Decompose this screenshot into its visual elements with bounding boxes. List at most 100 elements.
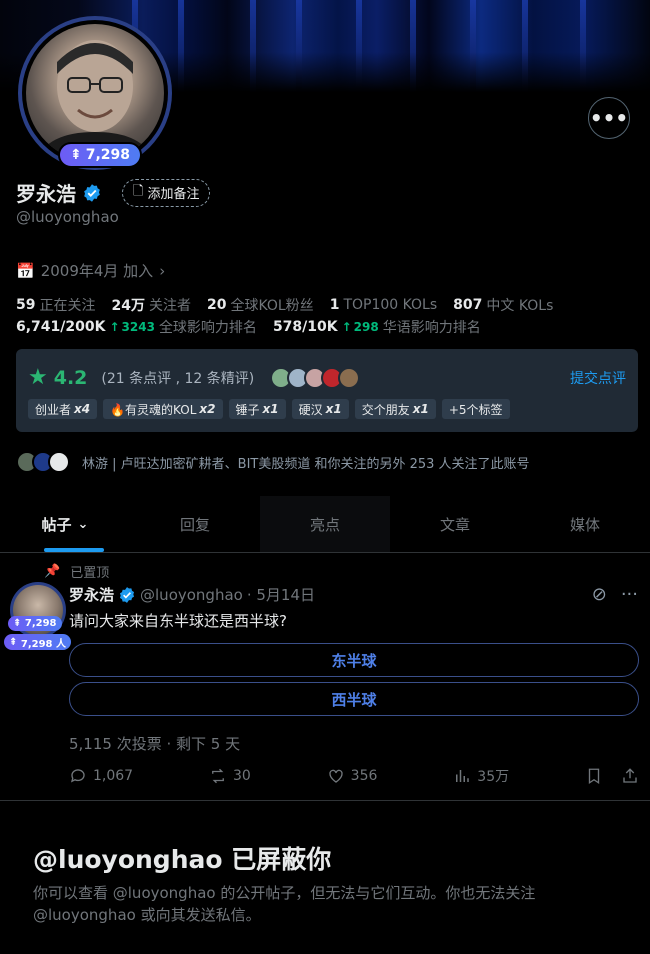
pin-icon: 📌 (44, 564, 61, 579)
stat-global-kol-followers[interactable]: 20 全球KOL粉丝 (207, 295, 314, 315)
stat-chinese-rank[interactable]: 578/10K ↑ 298 华语影响力排名 (273, 317, 481, 337)
stat-label: 正在关注 (39, 298, 96, 314)
post-text: 请问大家来自东半球还是西半球? (69, 612, 287, 630)
rating-tags: 创业者 x4 🔥有灵魂的KOL x2 锤子 x1 硬汉 x1 交个朋友 x1 +5个标签 (28, 399, 510, 419)
share-icon[interactable] (621, 767, 639, 785)
tag-count: x2 (199, 402, 216, 416)
reviewer-avatar (338, 366, 361, 389)
reviewer-avatars[interactable] (270, 366, 361, 389)
stat-label: TOP100 KOLs (343, 297, 438, 313)
tag-count: x1 (412, 402, 429, 416)
reply-count: 1,067 (93, 768, 134, 784)
rating-score: 4.2 (53, 366, 88, 389)
views-count: 35万 (477, 769, 510, 785)
grok-icon[interactable]: ⊘ (592, 584, 607, 605)
badge-count: 7,298 (24, 618, 57, 629)
heart-icon (328, 769, 343, 783)
pinned-indicator: 📌 已置顶 (44, 562, 109, 581)
joined-date[interactable]: 📅 2009年4月 加入 › (16, 260, 165, 281)
rating-tag[interactable]: 锤子 x1 (228, 399, 286, 419)
tag-label: 🔥有灵魂的KOL (110, 402, 197, 417)
tab-highlights[interactable]: 亮点 (260, 496, 390, 552)
tab-posts[interactable]: 帖子 ⌄ (0, 496, 130, 552)
poll-option[interactable]: 东半球 (69, 643, 639, 677)
poll-option[interactable]: 西半球 (69, 682, 639, 716)
display-name: 罗永浩 (16, 182, 76, 206)
repost-button[interactable]: 30 (209, 767, 251, 785)
stat-label: 关注者 (148, 298, 191, 314)
repost-icon (212, 768, 224, 784)
blocked-description: 你可以查看 @luoyonghao 的公开帖子，但无法与它们互动。你也无法关注 … (33, 884, 536, 924)
tag-label: 锤子 (235, 402, 260, 417)
chevron-down-icon: ⌄ (77, 516, 89, 532)
calendar-icon: 📅 (16, 261, 35, 280)
avatar-follower-badge: ⇞ 7,298 (58, 142, 143, 168)
rating-tag[interactable]: 硬汉 x1 (291, 399, 349, 419)
reply-button[interactable]: 1,067 (69, 767, 133, 785)
rating-meta: (21 条点评 , 12 条精评) (101, 370, 255, 387)
stat-label: 华语影响力排名 (382, 320, 481, 336)
profile-tabs: 帖子 ⌄ 回复 亮点 文章 媒体 (0, 496, 650, 553)
verified-badge-icon (119, 586, 135, 603)
joined-text: 2009年4月 加入 (40, 262, 154, 280)
pinned-label: 已置顶 (70, 566, 110, 581)
avatar-badge-count: 7,298 (85, 147, 131, 163)
tag-count: x4 (74, 402, 91, 416)
tab-label: 文章 (439, 515, 470, 534)
note-icon: 🗋 (133, 183, 144, 199)
tab-media[interactable]: 媒体 (520, 496, 650, 552)
tag-count: x1 (325, 402, 342, 416)
name-row: 罗永浩 🗋 添加备注 (16, 178, 211, 207)
rating-tag[interactable]: 交个朋友 x1 (354, 399, 436, 419)
badge-count: 7,298 人 (20, 638, 66, 650)
tab-label: 帖子 (41, 515, 72, 534)
stat-value: 59 (16, 297, 36, 313)
views-button[interactable]: 35万 (453, 766, 509, 786)
stat-chinese-kols[interactable]: 807 中文 KOLs (453, 295, 553, 315)
profile-handle: @luoyonghao (16, 208, 119, 226)
stat-global-rank[interactable]: 6,741/200K ↑ 3243 全球影响力排名 (16, 317, 257, 337)
reply-icon (70, 769, 85, 783)
more-tags-button[interactable]: +5个标签 (441, 399, 510, 419)
stat-top100-kols[interactable]: 1 TOP100 KOLs (330, 297, 437, 313)
post-author-handle[interactable]: @luoyonghao (140, 586, 243, 604)
tag-label: 硬汉 (298, 402, 323, 417)
ellipsis-icon: ••• (589, 106, 629, 130)
add-note-button[interactable]: 🗋 添加备注 (122, 178, 211, 207)
followed-by[interactable]: 林游 | 卢旺达加密矿耕者、BIT美股频道 和你关注的另外 253 人关注了此账… (16, 451, 530, 473)
rating-summary[interactable]: ★ 4.2 (21 条点评 , 12 条精评) (28, 365, 361, 390)
stat-value: 6,741/200K (16, 319, 106, 335)
stat-followers[interactable]: 24万 关注者 (111, 295, 190, 315)
tab-replies[interactable]: 回复 (130, 496, 260, 552)
tab-label: 回复 (179, 515, 210, 534)
post-avatar-badge-people: ⇞ 7,298 人 (4, 634, 71, 650)
add-note-label: 添加备注 (147, 187, 200, 202)
rating-tag[interactable]: 🔥有灵魂的KOL x2 (103, 399, 223, 419)
followed-by-text: 林游 | 卢旺达加密矿耕者、BIT美股频道 和你关注的另外 253 人关注了此账… (82, 456, 530, 472)
stat-value: 24万 (111, 298, 145, 314)
repost-count: 30 (232, 768, 251, 784)
post-author-name[interactable]: 罗永浩 (69, 584, 114, 605)
blocked-title: @luoyonghao 已屏蔽你 (33, 845, 332, 874)
more-options-button[interactable]: ••• (588, 97, 630, 139)
arrow-up-icon: ↑ (109, 320, 120, 334)
post-more-icon[interactable]: ··· (621, 584, 638, 605)
post-avatar-badge: ⇞ 7,298 (8, 616, 62, 631)
like-count: 356 (350, 768, 378, 784)
verified-badge-icon[interactable] (82, 183, 102, 203)
tag-count: x1 (262, 402, 279, 416)
submit-review-link[interactable]: 提交点评 (570, 368, 626, 388)
tag-label: 交个朋友 (361, 402, 410, 417)
star-icon: ★ (28, 365, 48, 390)
like-button[interactable]: 356 (327, 767, 378, 785)
post-date[interactable]: · 5月14日 (247, 584, 315, 605)
bookmark-icon[interactable] (585, 767, 603, 785)
tab-label: 亮点 (309, 515, 340, 534)
stat-value: 578/10K (272, 319, 338, 335)
stat-label: 中文 KOLs (486, 298, 554, 314)
stat-following[interactable]: 59 正在关注 (16, 295, 95, 315)
stat-label: 全球影响力排名 (158, 320, 257, 336)
rating-tag[interactable]: 创业者 x4 (28, 399, 98, 419)
stat-delta: 298 (353, 320, 379, 334)
tab-articles[interactable]: 文章 (390, 496, 520, 552)
